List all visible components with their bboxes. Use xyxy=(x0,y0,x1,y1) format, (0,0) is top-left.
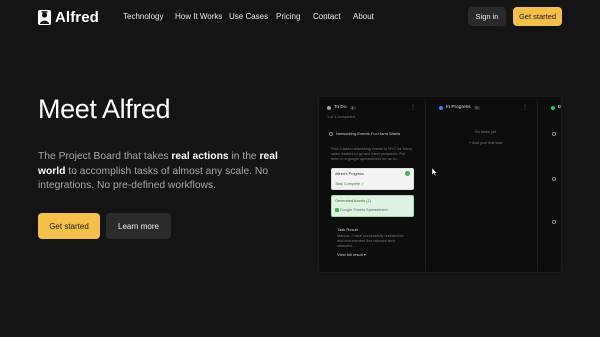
todo-column: To Do 1 ⋮ 1 of 1 completed Networking-Ev… xyxy=(319,97,423,272)
project-board-preview: To Do 1 ⋮ 1 of 1 completed Networking-Ev… xyxy=(318,96,562,273)
done-task-checkbox[interactable] xyxy=(552,132,556,136)
assets-card-item[interactable]: Google Sheets Spreadsheet xyxy=(340,208,388,212)
task-result-line1: Marcus, I have successfully researched xyxy=(337,234,404,238)
spreadsheet-icon xyxy=(335,208,339,212)
nav-get-started-button[interactable]: Get started xyxy=(513,7,562,26)
nav-link-pricing[interactable]: Pricing xyxy=(276,12,300,21)
task-desc-line2: sales leaders to go and meet prospects. … xyxy=(331,152,406,156)
done-column-header: Do xyxy=(551,105,562,110)
todo-column-header: To Do 1 xyxy=(327,105,356,110)
nav-links: Technology How It Works Use Cases Pricin… xyxy=(0,12,600,24)
done-task-checkbox[interactable] xyxy=(552,177,556,181)
in-progress-column-menu-icon[interactable]: ⋮ xyxy=(522,104,528,111)
empty-column-message: No tasks yet xyxy=(475,130,496,134)
done-status-dot xyxy=(551,105,555,110)
progress-complete-icon xyxy=(405,171,410,176)
todo-column-title: To Do xyxy=(334,105,347,110)
nav-link-how-it-works[interactable]: How It Works xyxy=(175,12,222,21)
task-result-line3: networks... xyxy=(337,244,356,248)
done-task-checkbox[interactable] xyxy=(552,220,556,224)
todo-status-dot xyxy=(327,105,331,110)
progress-card-title: Alfred's Progress xyxy=(335,172,364,176)
task-title[interactable]: Networking-Events-For-Harm Wants xyxy=(336,131,400,136)
todo-column-menu-icon[interactable]: ⋮ xyxy=(410,104,416,111)
view-full-result-link[interactable]: View full result ▾ xyxy=(337,252,366,257)
in-progress-column-header: In Progress 0 xyxy=(439,105,480,110)
column-divider xyxy=(537,101,538,271)
sign-in-button[interactable]: Sign in xyxy=(468,7,506,26)
task-desc-line1: Find 4 tasks networking events in NYC fo… xyxy=(331,147,413,151)
todo-progress-summary: 1 of 1 completed xyxy=(327,115,356,119)
in-progress-count-badge: 0 xyxy=(473,105,480,110)
hero-subtitle: The Project Board that takes real action… xyxy=(38,150,288,194)
in-progress-status-dot xyxy=(439,105,443,110)
task-checkbox[interactable] xyxy=(329,132,333,136)
assets-card-title: Generated Assets (1) xyxy=(335,199,371,203)
task-desc-line3: them in a google spreadsheet for us to..… xyxy=(331,157,399,161)
nav-link-contact[interactable]: Contact xyxy=(313,12,341,21)
column-divider xyxy=(425,101,426,271)
hero-sub-part3: to accomplish tasks of almost any scale.… xyxy=(38,165,269,192)
progress-card-status: Task Complete ✓ xyxy=(335,182,365,186)
alfred-progress-card[interactable]: Alfred's Progress Task Complete ✓ xyxy=(331,168,414,190)
task-result-title: Task Result xyxy=(337,227,358,232)
top-nav: Alfred Technology How It Works Use Cases… xyxy=(0,0,600,34)
in-progress-column: In Progress 0 ⋮ No tasks yet + Add your … xyxy=(431,97,535,272)
hero-get-started-button[interactable]: Get started xyxy=(38,213,100,239)
generated-assets-card[interactable]: Generated Assets (1) Google Sheets Sprea… xyxy=(331,195,414,217)
hero-sub-bold1: real actions xyxy=(171,151,229,162)
in-progress-column-title: In Progress xyxy=(446,105,471,110)
task-result-line2: and documented five relevant tech xyxy=(337,239,396,243)
hero-sub-part1: The Project Board that takes xyxy=(38,151,172,162)
todo-count-badge: 1 xyxy=(349,105,356,110)
add-first-task-button[interactable]: + Add your first task xyxy=(469,141,502,145)
done-column-title: Do xyxy=(558,105,562,110)
mouse-cursor-icon xyxy=(432,168,438,176)
nav-link-use-cases[interactable]: Use Cases xyxy=(229,12,268,21)
hero-title: Meet Alfred xyxy=(38,94,171,124)
hero-sub-part2: in the xyxy=(228,151,260,162)
nav-link-technology[interactable]: Technology xyxy=(123,12,163,21)
done-column: Do xyxy=(543,97,562,272)
learn-more-button[interactable]: Learn more xyxy=(106,213,171,239)
nav-link-about[interactable]: About xyxy=(353,12,374,21)
